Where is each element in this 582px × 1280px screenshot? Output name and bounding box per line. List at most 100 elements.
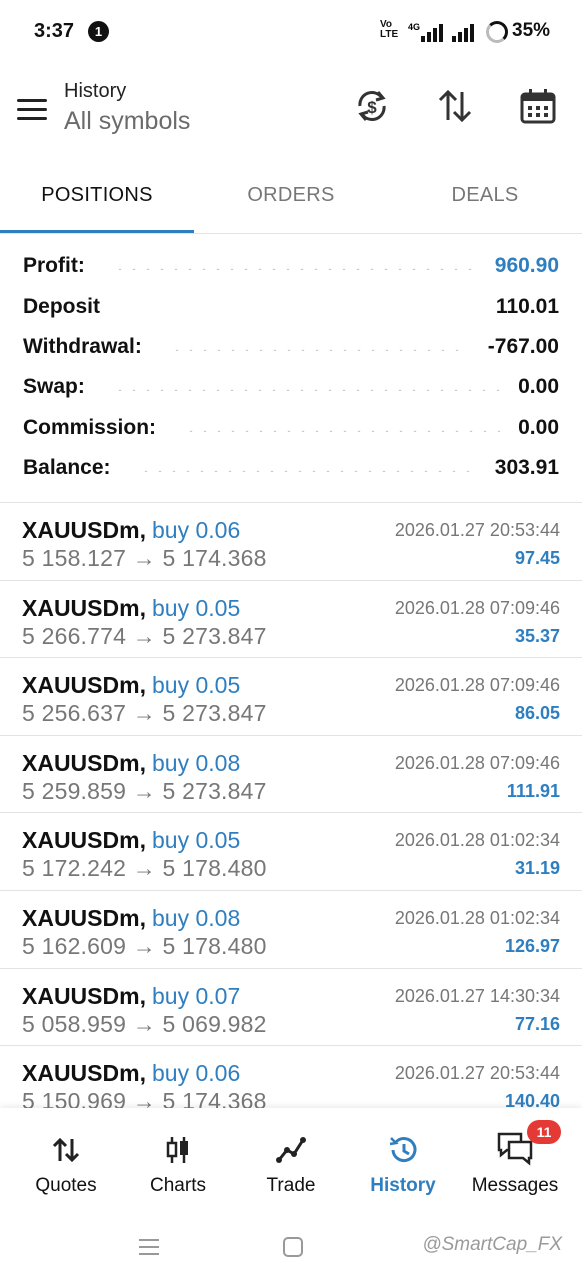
deal-side: buy 0.05 [152,672,241,699]
nav-trade[interactable]: Trade [233,1108,349,1218]
deal-symbol: XAUUSDm, [22,517,146,543]
battery-icon [486,21,508,43]
deal-symbol: XAUUSDm, [22,672,146,699]
history-tabs: POSITIONS ORDERS DEALS [0,164,582,234]
signal-4g-icon: 4G [408,22,443,42]
deal-prices: 5 158.127 → 5 174.368 [22,545,267,571]
deal-profit: 140.40 [504,1091,560,1108]
calendar-icon[interactable] [518,86,558,126]
deal-symbol: XAUUSDm, [22,904,146,931]
list-item[interactable]: XAUUSDm, buy 0.08 5 162.609 → 5 178.480 … [0,891,582,969]
symbol-filter[interactable]: All symbols [64,107,190,136]
tab-deals[interactable]: DEALS [388,164,582,234]
deal-profit: 77.16 [514,1013,560,1034]
nav-label: Quotes [35,1175,97,1196]
watermark: @SmartCap_FX [422,1234,562,1255]
summary-row-profit: Profit: 960.90 [0,246,582,286]
status-bar: 3:37 1 Vo LTE 4G 35% [0,0,582,64]
summary-label: Profit: [23,254,85,278]
positions-list[interactable]: XAUUSDm, buy 0.06 5 158.127 → 5 174.368 … [0,503,582,1108]
deal-symbol: XAUUSDm, [22,594,146,621]
summary-value: 0.00 [518,415,559,439]
deal-prices: 5 266.774 → 5 273.847 [22,622,267,649]
leader-dots [184,429,501,432]
signal-icon [452,24,474,42]
summary-value: -767.00 [487,334,559,358]
nav-label: Charts [150,1175,206,1196]
deal-side: buy 0.08 [152,904,241,931]
nav-quotes[interactable]: Quotes [8,1108,124,1218]
deal-profit: 97.45 [514,548,560,568]
deal-time: 2026.01.28 01:02:34 [394,907,560,928]
system-navigation-bar: @SmartCap_FX [0,1218,582,1280]
deal-symbol: XAUUSDm, [22,982,146,1009]
summary-label: Withdrawal: [23,334,142,358]
nav-label: Trade [266,1175,316,1196]
tab-positions[interactable]: POSITIONS [0,164,194,234]
deal-side: buy 0.05 [152,594,241,621]
deal-side: buy 0.08 [152,749,241,776]
history-clock-icon [389,1137,417,1163]
list-item[interactable]: XAUUSDm, buy 0.06 5 158.127 → 5 174.368 … [0,503,582,581]
summary-label: Swap: [23,375,85,399]
deal-time: 2026.01.28 07:09:46 [394,597,560,618]
deal-prices: 5 162.609 → 5 178.480 [22,932,267,959]
recent-apps-icon[interactable] [138,1236,160,1258]
deal-time: 2026.01.28 07:09:46 [394,752,560,773]
sort-icon[interactable] [435,86,475,126]
summary-value: 303.91 [494,456,559,480]
nav-label: Messages [471,1175,559,1196]
bottom-navigation: Quotes Charts Trade History 11 Messages [0,1108,582,1218]
deal-profit: 86.05 [514,703,560,724]
menu-icon[interactable] [17,99,47,121]
nav-charts[interactable]: Charts [120,1108,236,1218]
leader-dots [112,389,501,392]
deal-time: 2026.01.27 20:53:44 [394,520,560,540]
notification-count-icon: 1 [88,21,109,42]
deal-side: buy 0.06 [152,1060,241,1087]
summary-row-commission: Commission: 0.00 [0,408,582,448]
unread-badge: 11 [527,1120,561,1144]
deal-side: buy 0.05 [152,827,241,854]
nav-messages[interactable]: 11 Messages [457,1108,573,1218]
deal-profit: 126.97 [504,935,560,956]
deal-side: buy 0.07 [152,982,241,1009]
summary-row-swap: Swap: 0.00 [0,367,582,407]
list-item[interactable]: XAUUSDm, buy 0.06 5 150.969 → 5 174.368 … [0,1046,582,1108]
deal-prices: 5 259.859 → 5 273.847 [22,777,267,804]
list-item[interactable]: XAUUSDm, buy 0.08 5 259.859 → 5 273.847 … [0,736,582,814]
leader-dots [112,268,477,271]
deal-symbol: XAUUSDm, [22,1060,146,1087]
home-icon[interactable] [282,1236,304,1258]
deal-time: 2026.01.27 20:53:44 [394,1063,560,1084]
deal-time: 2026.01.27 14:30:34 [394,985,560,1006]
page-title: History [64,80,127,102]
summary-row-deposit: Deposit 110.01 [0,286,582,326]
list-item[interactable]: XAUUSDm, buy 0.05 5 172.242 → 5 178.480 … [0,813,582,891]
deal-time: 2026.01.28 01:02:34 [394,830,560,851]
deal-profit: 35.37 [514,625,560,646]
battery-percent: 35% [512,20,551,41]
list-item[interactable]: XAUUSDm, buy 0.05 5 266.774 → 5 273.847 … [0,581,582,659]
summary-label: Balance: [23,456,111,480]
deal-prices: 5 058.959 → 5 069.982 [22,1010,267,1037]
leader-dots [128,309,478,311]
status-time: 3:37 [34,20,75,42]
svg-text:4G: 4G [408,22,420,32]
title-block[interactable]: History All symbols [64,80,190,136]
summary-row-withdrawal: Withdrawal: -767.00 [0,327,582,367]
list-item[interactable]: XAUUSDm, buy 0.07 5 058.959 → 5 069.982 … [0,969,582,1047]
tab-orders[interactable]: ORDERS [194,164,388,234]
active-tab-indicator [0,230,194,233]
currency-exchange-icon[interactable]: $ [352,86,392,126]
nav-history[interactable]: History [345,1108,461,1218]
leader-dots [169,348,470,351]
list-item[interactable]: XAUUSDm, buy 0.05 5 256.637 → 5 273.847 … [0,658,582,736]
deal-time: 2026.01.28 07:09:46 [394,675,560,696]
summary-label: Commission: [23,415,157,439]
summary-label: Deposit [23,294,101,318]
deal-profit: 31.19 [514,858,560,879]
summary-panel: Profit: 960.90 Deposit 110.01 Withdrawal… [0,246,582,488]
deal-prices: 5 172.242 → 5 178.480 [22,855,267,882]
candlestick-icon [166,1137,188,1163]
